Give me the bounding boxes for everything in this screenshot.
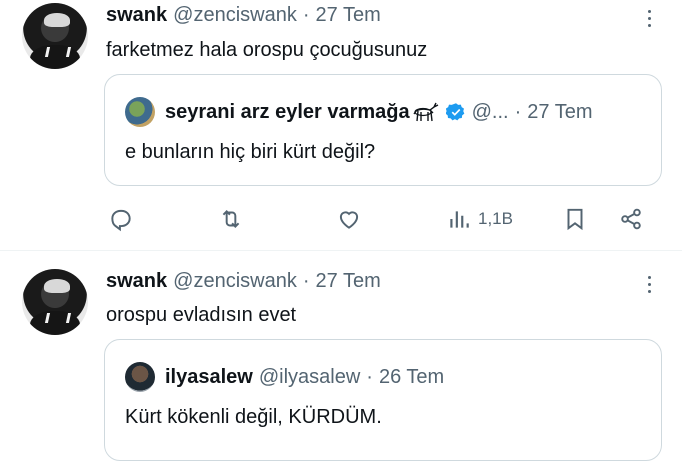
avatar-collar bbox=[44, 313, 72, 323]
author-name[interactable]: swank bbox=[106, 4, 167, 27]
heart-icon bbox=[339, 211, 359, 229]
tweet-text: farketmez hala orospu çocuğusunuz bbox=[106, 39, 428, 61]
tweet-actions: 1,1B bbox=[104, 202, 660, 236]
author-name[interactable]: swank bbox=[106, 270, 167, 293]
share-icon bbox=[621, 208, 641, 230]
quoted-tweet-header: seyrani arz eyler varmağa @... · 27 Tem bbox=[125, 97, 593, 127]
goat-emoji-icon bbox=[413, 102, 438, 122]
quoted-tweet-text: Kürt kökenli değil, KÜRDÜM. bbox=[125, 406, 382, 428]
separator-dot: · bbox=[366, 365, 373, 388]
tweet-divider bbox=[0, 250, 682, 251]
separator-dot: · bbox=[514, 100, 522, 123]
quoted-avatar[interactable] bbox=[125, 362, 155, 392]
more-options-icon[interactable] bbox=[646, 276, 652, 293]
share-button[interactable] bbox=[618, 202, 644, 236]
separator-dot: · bbox=[302, 270, 310, 292]
like-button[interactable] bbox=[336, 202, 362, 236]
quoted-author-handle[interactable]: @ilyasalew bbox=[259, 366, 360, 389]
avatar-collar bbox=[44, 47, 72, 57]
reply-icon bbox=[111, 209, 131, 232]
verified-badge-icon bbox=[445, 103, 464, 121]
bookmark-button[interactable] bbox=[562, 202, 588, 236]
views-count: 1,1B bbox=[478, 209, 513, 228]
tweet-date[interactable]: 27 Tem bbox=[316, 4, 381, 27]
views-chart-icon bbox=[450, 211, 469, 228]
tweet[interactable]: swank @zenciswank · 27 Tem farketmez hal… bbox=[0, 0, 682, 250]
author-handle[interactable]: @zenciswank bbox=[173, 4, 297, 27]
quoted-tweet-date[interactable]: 27 Tem bbox=[527, 101, 592, 124]
views-button[interactable]: 1,1B bbox=[446, 202, 513, 236]
tweet-date[interactable]: 27 Tem bbox=[316, 270, 381, 293]
separator-dot: · bbox=[302, 4, 310, 26]
quoted-tweet-text: e bunların hiç biri kürt değil? bbox=[125, 141, 376, 163]
avatar-hair bbox=[44, 13, 70, 27]
quoted-tweet[interactable]: ilyasalew @ilyasalew · 26 Tem Kürt köken… bbox=[104, 339, 662, 461]
quoted-tweet-date[interactable]: 26 Tem bbox=[379, 366, 444, 389]
quoted-author-name[interactable]: ilyasalew bbox=[165, 366, 253, 389]
tweet-header: swank @zenciswank · 27 Tem bbox=[106, 270, 381, 293]
tweet[interactable]: swank @zenciswank · 27 Tem orospu evladı… bbox=[0, 252, 682, 461]
avatar[interactable] bbox=[22, 3, 88, 69]
quoted-author-handle[interactable]: @... bbox=[472, 101, 509, 124]
more-options-icon[interactable] bbox=[646, 10, 652, 27]
author-handle[interactable]: @zenciswank bbox=[173, 270, 297, 293]
reply-button[interactable] bbox=[108, 202, 134, 236]
retweet-icon bbox=[222, 210, 240, 228]
tweet-text: orospu evladısın evet bbox=[106, 304, 297, 326]
avatar-hair bbox=[44, 279, 70, 293]
quoted-tweet-header: ilyasalew @ilyasalew · 26 Tem bbox=[125, 362, 444, 392]
avatar[interactable] bbox=[22, 269, 88, 335]
quoted-author-name[interactable]: seyrani arz eyler varmağa bbox=[165, 101, 410, 124]
bookmark-icon bbox=[567, 208, 583, 231]
tweet-header: swank @zenciswank · 27 Tem bbox=[106, 4, 381, 27]
quoted-tweet[interactable]: seyrani arz eyler varmağa @... · 27 Tem … bbox=[104, 74, 662, 186]
retweet-button[interactable] bbox=[218, 202, 244, 236]
quoted-avatar[interactable] bbox=[125, 97, 155, 127]
